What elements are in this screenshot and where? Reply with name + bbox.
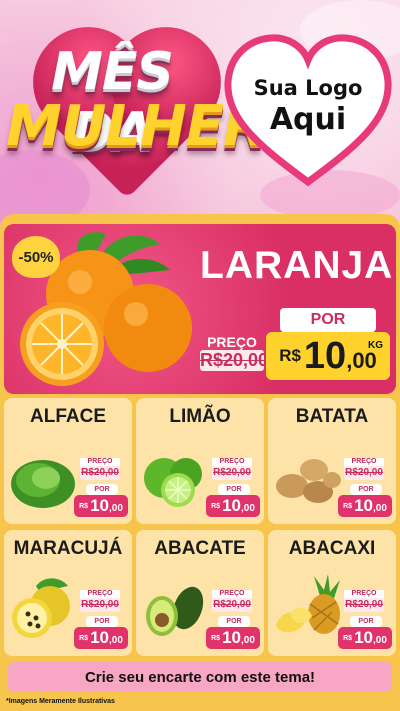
old-price-tag: PREÇO R$20,00 [344,590,384,612]
price-integer: 10 [222,628,241,647]
por-label: POR [350,616,382,627]
price-decimal: ,00 [372,635,387,646]
preco-label: PREÇO [80,590,120,598]
preco-label: PREÇO [80,458,120,466]
call-to-action-banner[interactable]: Crie seu encarte com este tema! [8,662,392,692]
product-name: LIMÃO [169,406,231,427]
product-card: MARACUJÁ PREÇO R$20,00 POR R$ 10 ,00 [4,530,132,656]
logo-text-line-2: Aqui [269,102,347,137]
featured-name: LARANJA [200,244,394,287]
old-price: R$20,00 [345,599,383,610]
old-price: R$20,00 [81,467,119,478]
preco-label: PREÇO [207,334,257,350]
price-decimal: ,00 [346,348,377,373]
old-price-tag: PREÇO R$20,00 [212,458,252,480]
price-currency: R$ [79,502,89,510]
product-name: ABACATE [154,538,246,559]
old-price: R$20,00 [345,467,383,478]
por-label: POR [86,484,118,495]
product-name: MARACUJÁ [13,538,123,559]
lettuce-icon [11,460,75,508]
price-currency: R$ [79,634,89,642]
price-integer: 10 [90,496,109,515]
old-price: R$20,00 [200,350,269,371]
old-price-tag: PREÇO R$20,00 [80,590,120,612]
unit-label: KG [368,340,383,351]
price-integer: 10 [354,496,373,515]
price-integer: 10 [90,628,109,647]
product-card: LIMÃO PREÇO R$20,00 POR R$ 10 ,00 [136,398,264,524]
por-label: POR [218,616,250,627]
price-currency: R$ [343,634,353,642]
old-price: R$20,00 [213,467,251,478]
price-decimal: ,00 [108,503,123,514]
preco-label: PREÇO [344,590,384,598]
product-name: ABACAXI [288,538,376,559]
product-price: R$ 10 ,00 [338,495,392,517]
product-name: ALFACE [30,406,106,427]
lime-icon [144,458,202,507]
avocado-icon [146,586,204,636]
old-price-tag: PREÇO R$20,00 [80,458,120,480]
price-decimal: ,00 [108,635,123,646]
product-price: R$ 10 ,00 [74,627,128,649]
product-price: R$ 10 ,00 [74,495,128,517]
product-card: ABACATE PREÇO R$20,00 POR R$ 10 ,00 [136,530,264,656]
product-price: R$ 10 ,00 [206,495,260,517]
product-card: BATATA PREÇO R$20,00 POR R$ 10 ,00 [268,398,396,524]
por-label: POR [218,484,250,495]
product-card: ALFACE PREÇO R$20,00 POR R$ 10 ,00 [4,398,132,524]
price-integer: 10 [222,496,241,515]
product-name: BATATA [295,406,369,427]
price-integer: 10 [303,334,347,377]
logo-text-line-1: Sua Logo [253,76,363,100]
preco-label: PREÇO [344,458,384,466]
preco-label: PREÇO [212,590,252,598]
price-currency: R$ [343,502,353,510]
product-price: R$ 10 ,00 [206,627,260,649]
price-integer: 10 [354,628,373,647]
price-currency: R$ [279,346,301,365]
old-price-tag: PREÇO R$20,00 [212,590,252,612]
product-price: R$ 10 ,00 [338,627,392,649]
por-label: POR [86,616,118,627]
price-currency: R$ [211,634,221,642]
potato-icon [276,459,341,503]
por-label: POR [350,484,382,495]
featured-old-price-tag: PREÇO R$20,00 [200,334,269,376]
campaign-title: MÊS DA MULHER [6,30,266,199]
product-card: ABACAXI PREÇO R$20,00 POR R$ 10 ,00 [268,530,396,656]
preco-label: PREÇO [212,458,252,466]
price-decimal: ,00 [240,635,255,646]
logo-placeholder: Sua Logo Aqui [222,30,394,190]
old-price-tag: PREÇO R$20,00 [344,458,384,480]
price-decimal: ,00 [372,503,387,514]
passion-fruit-icon [12,578,70,638]
old-price: R$20,00 [81,599,119,610]
discount-badge: -50% [12,236,60,278]
pineapple-icon [276,574,340,634]
price-decimal: ,00 [240,503,255,514]
por-label: POR [280,308,376,332]
disclaimer-text: *Imagens Meramente Ilustrativas [6,698,115,705]
title-line-2: MULHER [6,94,266,159]
price-currency: R$ [211,502,221,510]
old-price: R$20,00 [213,599,251,610]
